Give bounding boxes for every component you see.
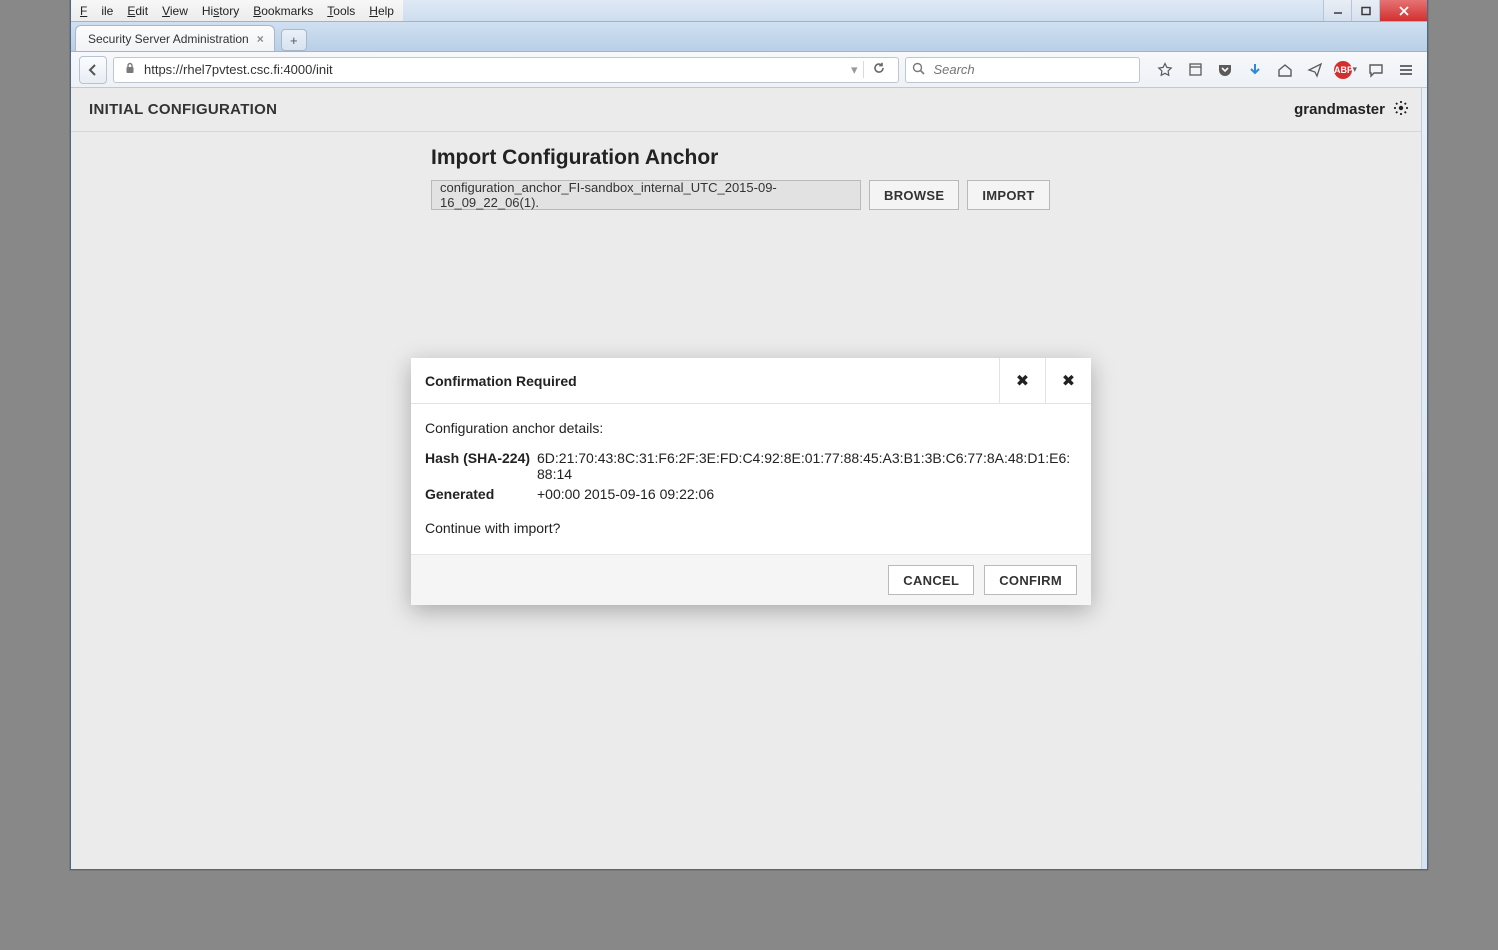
gear-icon xyxy=(1393,100,1409,120)
modal-footer: CANCEL CONFIRM xyxy=(411,554,1091,605)
modal-body: Configuration anchor details: Hash (SHA-… xyxy=(411,404,1091,554)
modal-action-icon[interactable]: ✖ xyxy=(999,358,1045,403)
navbar: ▾ xyxy=(71,52,1427,88)
tab-title: Security Server Administration xyxy=(88,32,249,46)
modal-close-icon[interactable]: ✖ xyxy=(1045,358,1091,403)
downloads-icon[interactable] xyxy=(1242,57,1268,83)
tabstrip: Security Server Administration × + xyxy=(71,22,1427,52)
menu-view[interactable]: View xyxy=(155,2,195,20)
modal-title: Confirmation Required xyxy=(411,358,999,403)
close-window-button[interactable] xyxy=(1379,0,1427,21)
import-button[interactable]: IMPORT xyxy=(967,180,1049,210)
new-tab-button[interactable]: + xyxy=(281,29,307,51)
toolbar-icons: ABP▾ xyxy=(1146,57,1419,83)
tab-close-icon[interactable]: × xyxy=(257,32,264,46)
window-controls xyxy=(1323,0,1427,21)
hash-value: 6D:21:70:43:8C:31:F6:2F:3E:FD:C4:92:8E:0… xyxy=(537,450,1077,482)
cancel-button[interactable]: CANCEL xyxy=(888,565,974,595)
modal-header: Confirmation Required ✖ ✖ xyxy=(411,358,1091,404)
menu-bookmarks[interactable]: Bookmarks xyxy=(246,2,320,20)
page-header: INITIAL CONFIGURATION grandmaster xyxy=(71,88,1427,132)
browse-button[interactable]: BROWSE xyxy=(869,180,959,210)
row-hash: Hash (SHA-224) 6D:21:70:43:8C:31:F6:2F:3… xyxy=(425,450,1077,482)
hash-label: Hash (SHA-224) xyxy=(425,450,537,482)
anchor-file-name: configuration_anchor_FI-sandbox_internal… xyxy=(440,180,852,210)
menu-help[interactable]: Help xyxy=(362,2,401,20)
tab-active[interactable]: Security Server Administration × xyxy=(75,25,275,51)
maximize-button[interactable] xyxy=(1351,0,1379,21)
bookmark-star-icon[interactable] xyxy=(1152,57,1178,83)
reload-button[interactable] xyxy=(863,61,894,78)
menu-tools[interactable]: Tools xyxy=(320,2,362,20)
lock-icon xyxy=(124,62,136,77)
user-label: grandmaster xyxy=(1294,101,1385,118)
url-dropdown-icon[interactable]: ▾ xyxy=(845,62,864,78)
pocket-icon[interactable] xyxy=(1212,57,1238,83)
confirm-button[interactable]: CONFIRM xyxy=(984,565,1077,595)
menu-file[interactable]: File xyxy=(73,2,120,20)
confirm-modal: Confirmation Required ✖ ✖ Configuration … xyxy=(411,358,1091,605)
file-row: configuration_anchor_FI-sandbox_internal… xyxy=(431,180,1427,210)
import-heading: Import Configuration Anchor xyxy=(431,146,1427,170)
minimize-button[interactable] xyxy=(1323,0,1351,21)
menubar-row: File Edit View History Bookmarks Tools H… xyxy=(71,0,1427,22)
row-generated: Generated +00:00 2015-09-16 09:22:06 xyxy=(425,486,1077,502)
modal-lead: Configuration anchor details: xyxy=(425,420,1077,436)
search-box[interactable] xyxy=(905,57,1140,83)
anchor-file-field[interactable]: configuration_anchor_FI-sandbox_internal… xyxy=(431,180,861,210)
page: INITIAL CONFIGURATION grandmaster Import… xyxy=(71,88,1427,869)
search-input[interactable] xyxy=(931,61,1133,78)
generated-label: Generated xyxy=(425,486,537,502)
hamburger-menu-icon[interactable] xyxy=(1393,57,1419,83)
content: Import Configuration Anchor configuratio… xyxy=(71,132,1427,210)
chat-icon[interactable] xyxy=(1363,57,1389,83)
search-icon xyxy=(912,62,925,78)
library-icon[interactable] xyxy=(1182,57,1208,83)
page-title: INITIAL CONFIGURATION xyxy=(89,101,277,118)
scrollbar[interactable] xyxy=(1421,88,1427,869)
back-button[interactable] xyxy=(79,56,107,84)
home-icon[interactable] xyxy=(1272,57,1298,83)
modal-question: Continue with import? xyxy=(425,520,1077,536)
abp-icon[interactable]: ABP▾ xyxy=(1332,57,1359,83)
url-box[interactable]: ▾ xyxy=(113,57,899,83)
browser-window: File Edit View History Bookmarks Tools H… xyxy=(70,0,1428,870)
menubar: File Edit View History Bookmarks Tools H… xyxy=(71,0,403,21)
send-icon[interactable] xyxy=(1302,57,1328,83)
menu-edit[interactable]: Edit xyxy=(120,2,155,20)
menu-history[interactable]: History xyxy=(195,2,246,20)
generated-value: +00:00 2015-09-16 09:22:06 xyxy=(537,486,1077,502)
user-menu[interactable]: grandmaster xyxy=(1294,100,1409,120)
url-input[interactable] xyxy=(142,61,845,78)
